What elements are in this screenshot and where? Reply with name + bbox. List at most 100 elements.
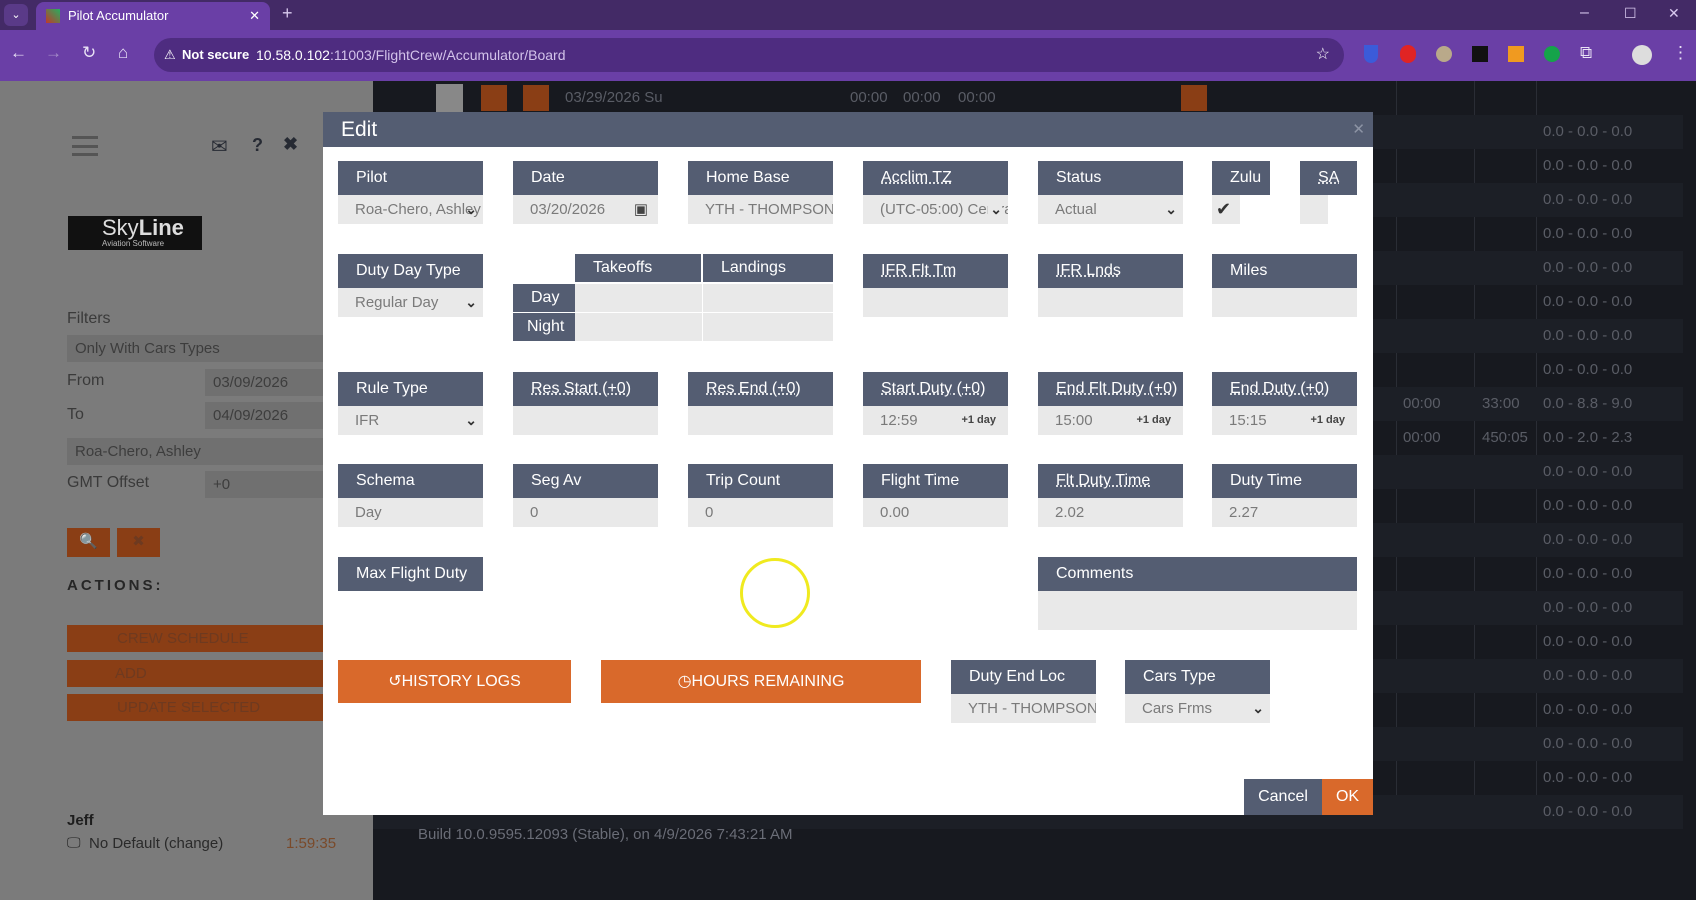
search-button[interactable]: 🔍 [67, 528, 110, 557]
extension-orange-icon[interactable] [1508, 46, 1524, 62]
gmt-offset-select[interactable]: +0 [205, 471, 324, 498]
duty-time-input[interactable]: 2.27 [1212, 498, 1357, 527]
flt-duty-time-input[interactable]: 2.02 [1038, 498, 1183, 527]
from-date-input[interactable]: 03/09/2026 [205, 369, 324, 396]
trip-count-input[interactable]: 0 [688, 498, 833, 527]
day-takeoffs-input[interactable] [575, 284, 702, 312]
extensions-puzzle-icon[interactable]: ⧉ [1580, 43, 1592, 63]
back-icon[interactable]: ← [10, 43, 27, 63]
night-landings-input[interactable] [703, 313, 833, 341]
to-date-input[interactable]: 04/09/2026 [205, 402, 324, 429]
cancel-button[interactable]: Cancel [1244, 779, 1322, 815]
zulu-checkbox[interactable]: ✔ [1212, 195, 1240, 224]
pilot-select[interactable]: Roa-Chero, Ashley ⌄ [338, 195, 483, 224]
res-start-input[interactable] [513, 406, 658, 435]
day-landings-input[interactable] [703, 284, 833, 312]
cell-c: 0.0 - 0.0 - 0.0 [1543, 565, 1633, 582]
cell-c: 0.0 - 0.0 - 0.0 [1543, 191, 1633, 208]
chevron-down-icon: ⌄ [988, 195, 1002, 224]
dialog-header: Edit ✕ [323, 112, 1373, 147]
row-checkbox[interactable] [436, 84, 463, 112]
rule-type-select[interactable]: IFR ⌄ [338, 406, 483, 435]
table-row[interactable]: 03/29/2026 Su 00:00 00:00 00:00 [373, 81, 1683, 115]
dialog-close-icon[interactable]: ✕ [1352, 112, 1365, 147]
acclim-tz-select[interactable]: (UTC-05:00) Central ⌄ [863, 195, 1008, 224]
landings-header: Landings [703, 254, 833, 282]
sidebar: ✉ ? ✖ SkyLine Aviation Software Filters O… [0, 81, 373, 900]
filters-label: Filters [67, 310, 111, 327]
clear-filters-button[interactable]: ✖ [117, 528, 160, 557]
device-link[interactable]: No Default (change) [89, 835, 223, 852]
address-bar[interactable]: ⚠ Not secure 10.58.0.102:11003/FlightCre… [154, 38, 1344, 72]
reload-icon[interactable]: ↻ [82, 43, 96, 63]
miles-input[interactable] [1212, 288, 1357, 317]
edit-row-icon[interactable] [481, 85, 507, 111]
cell-c: 0.0 - 0.0 - 0.0 [1543, 633, 1633, 650]
acclim-tz-label: Acclim TZ [863, 161, 1008, 195]
start-duty-input[interactable]: 12:59 +1 day [863, 406, 1008, 435]
chevron-down-icon: ⌄ [1252, 700, 1264, 716]
extension-terminal-icon[interactable] [1472, 46, 1488, 62]
extension-red-icon[interactable] [1400, 45, 1416, 63]
ifr-lnds-input[interactable] [1038, 288, 1183, 317]
cell-c: 0.0 - 0.0 - 0.0 [1543, 293, 1633, 310]
new-tab-icon[interactable]: + [282, 3, 293, 24]
duty-day-type-select[interactable]: Regular Day ⌄ [338, 288, 483, 317]
flight-time-input[interactable]: 0.00 [863, 498, 1008, 527]
mail-icon[interactable]: ✉ [211, 134, 228, 159]
res-start-label: Res Start (+0) [513, 372, 658, 406]
close-window-icon[interactable]: ✕ [1668, 5, 1680, 22]
bookmark-star-icon[interactable]: ☆ [1316, 38, 1330, 72]
calendar-icon[interactable]: ▣ [634, 195, 648, 224]
home-icon[interactable]: ⌂ [118, 43, 128, 63]
refresh-row-icon[interactable] [523, 85, 549, 111]
history-logs-button[interactable]: ↺HISTORY LOGS [338, 660, 571, 703]
cars-type-select[interactable]: Cars Frms ⌄ [1125, 694, 1270, 723]
schema-input[interactable]: Day [338, 498, 483, 527]
cell-b: 450:05 [1482, 429, 1528, 446]
home-base-input[interactable]: YTH - THOMPSON [688, 195, 833, 224]
help-icon[interactable]: ? [252, 135, 263, 156]
extension-shield-icon[interactable] [1364, 45, 1378, 63]
close-tab-icon[interactable]: ✕ [249, 2, 260, 30]
schema-label: Schema [338, 464, 483, 498]
cell-c: 0.0 - 0.0 - 0.0 [1543, 497, 1633, 514]
comments-textarea[interactable] [1038, 591, 1357, 630]
forward-icon[interactable]: → [45, 43, 62, 63]
cell-c: 0.0 - 0.0 - 0.0 [1543, 123, 1633, 140]
profile-avatar[interactable] [1632, 45, 1652, 65]
end-duty-input[interactable]: 15:15 +1 day [1212, 406, 1357, 435]
sa-checkbox[interactable] [1300, 195, 1328, 224]
res-end-input[interactable] [688, 406, 833, 435]
filter-select[interactable]: Only With Cars Types [67, 335, 324, 362]
extension-grammarly-icon[interactable] [1544, 46, 1560, 62]
edit-dialog: Edit ✕ Pilot Roa-Chero, Ashley ⌄ Date 03/… [323, 112, 1373, 815]
extension-face-icon[interactable] [1436, 46, 1452, 62]
ifr-flt-tm-input[interactable] [863, 288, 1008, 317]
plus-day-badge: +1 day [1310, 414, 1345, 426]
pilot-select[interactable]: Roa-Chero, Ashley [67, 438, 324, 465]
duty-end-loc-input[interactable]: YTH - THOMPSON [951, 694, 1096, 723]
rule-type-label: Rule Type [338, 372, 483, 406]
start-duty-label: Start Duty (+0) [863, 372, 1008, 406]
night-takeoffs-input[interactable] [575, 313, 702, 341]
hamburger-menu-icon[interactable] [72, 136, 98, 156]
maximize-icon[interactable]: ☐ [1624, 5, 1637, 22]
hours-remaining-button[interactable]: ◷HOURS REMAINING [601, 660, 921, 703]
close-icon[interactable]: ✖ [283, 134, 298, 155]
status-select[interactable]: Actual ⌄ [1038, 195, 1183, 224]
tab-strip: ⌄ Pilot Accumulator ✕ + – ☐ ✕ [0, 0, 1696, 30]
cell-c: 0.0 - 0.0 - 0.0 [1543, 769, 1633, 786]
plane-icon[interactable] [1181, 85, 1207, 111]
browser-tab[interactable]: Pilot Accumulator ✕ [36, 2, 270, 30]
date-input[interactable]: 03/20/2026 ▣ [513, 195, 658, 224]
seg-av-input[interactable]: 0 [513, 498, 658, 527]
cell-c: 0.0 - 0.0 - 0.0 [1543, 327, 1633, 344]
ok-button[interactable]: OK [1322, 779, 1373, 815]
browser-menu-icon[interactable]: ⋮ [1672, 43, 1689, 63]
duty-day-type-label: Duty Day Type [338, 254, 483, 288]
minimize-icon[interactable]: – [1580, 4, 1589, 22]
end-flt-duty-input[interactable]: 15:00 +1 day [1038, 406, 1183, 435]
cell-c: 0.0 - 0.0 - 0.0 [1543, 225, 1633, 242]
tab-search-button[interactable]: ⌄ [4, 4, 28, 26]
